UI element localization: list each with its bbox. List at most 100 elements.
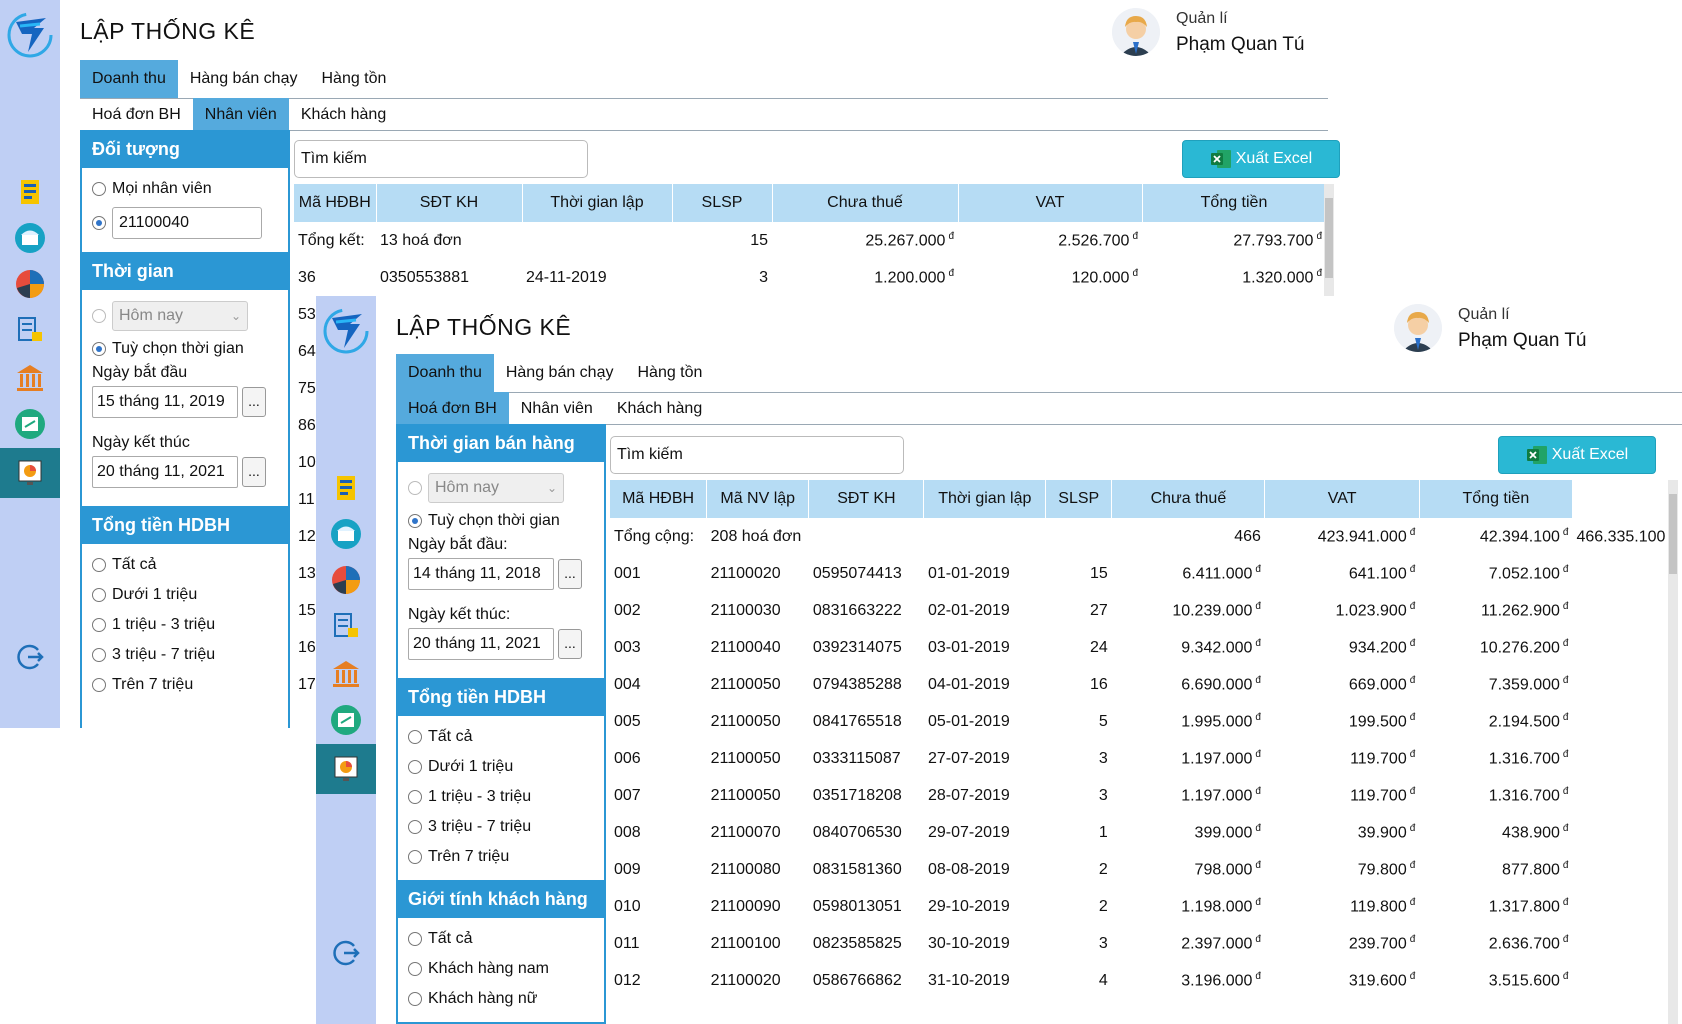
radio-all-employees[interactable]: Mọi nhân viên (92, 174, 278, 204)
app-logo-icon[interactable] (4, 8, 56, 60)
radio-custom-time[interactable]: Tuỳ chọn thời gian (92, 336, 278, 362)
radio-icon[interactable] (408, 514, 422, 528)
export-excel-button[interactable]: Xuất Excel (1498, 436, 1656, 474)
radio-icon[interactable] (92, 558, 106, 572)
end-date-input[interactable]: 20 tháng 11, 2021 (92, 456, 238, 488)
column-header[interactable]: Mã HĐBH (610, 480, 708, 518)
subtab-khach-hang[interactable]: Khách hàng (289, 98, 398, 132)
radio-total-3-7m[interactable]: 3 triệu - 7 triệu (408, 812, 594, 842)
table-row[interactable]: 003 21100040 0392314075 03-01-2019 24 9.342.0… (610, 629, 1678, 666)
tab-hang-ton[interactable]: Hàng tồn (309, 60, 398, 98)
column-header[interactable]: Mã NV lập (706, 480, 810, 518)
table-row[interactable]: 011 21100100 0823585825 30-10-2019 3 2.397.00… (610, 925, 1678, 962)
tab-doanh-thu[interactable]: Doanh thu (396, 354, 494, 392)
column-header[interactable]: VAT (1264, 480, 1420, 518)
start-date-input[interactable]: 15 tháng 11, 2019 (92, 386, 238, 418)
bank-icon[interactable] (14, 362, 46, 394)
database-lock-icon[interactable] (330, 610, 362, 642)
table-row[interactable]: 012 21100020 0586766862 31-10-2019 4 3.196.00… (610, 962, 1678, 999)
tab-hang-ban-chay[interactable]: Hàng bán chạy (178, 60, 310, 98)
subtab-nhan-vien[interactable]: Nhân viên (509, 392, 605, 426)
subtab-nhan-vien[interactable]: Nhân viên (192, 98, 289, 132)
radio-gender-male[interactable]: Khách hàng nam (408, 954, 594, 984)
logout-icon[interactable] (332, 938, 362, 968)
report-icon[interactable] (330, 472, 362, 504)
table-row[interactable]: 008 21100070 0840706530 29-07-2019 1 399.000 đ… (610, 814, 1678, 851)
bank-icon[interactable] (330, 658, 362, 690)
radio-total-all[interactable]: Tất cả (92, 550, 278, 580)
radio-preset-time[interactable]: Hôm nay ⌄ (92, 296, 278, 336)
radio-total-under-1m[interactable]: Dưới 1 triệu (408, 752, 594, 782)
scrollbar-thumb[interactable] (1669, 494, 1677, 574)
subtab-hoa-don-bh[interactable]: Hoá đơn BH (396, 392, 509, 426)
avatar[interactable] (1394, 304, 1442, 352)
radio-preset-time[interactable]: Hôm nay ⌄ (408, 468, 594, 508)
radio-icon[interactable] (408, 760, 422, 774)
column-header[interactable]: Mã HĐBH (294, 184, 377, 222)
employee-id-input[interactable]: 21100040 (112, 207, 262, 239)
radio-gender-all[interactable]: Tất cả (408, 924, 594, 954)
import-export-icon[interactable] (330, 704, 362, 736)
radio-total-over-7m[interactable]: Trên 7 triệu (408, 842, 594, 872)
statistics-icon[interactable] (330, 752, 362, 784)
column-header[interactable]: Tổng tiền (1142, 184, 1327, 222)
subtab-khach-hang[interactable]: Khách hàng (605, 392, 714, 426)
radio-total-1-3m[interactable]: 1 triệu - 3 triệu (408, 782, 594, 812)
table-row[interactable]: 007 21100050 0351718208 28-07-2019 3 1.197.00… (610, 777, 1678, 814)
end-date-picker-button[interactable]: ... (242, 457, 266, 487)
column-header[interactable]: VAT (958, 184, 1143, 222)
tab-doanh-thu[interactable]: Doanh thu (80, 60, 178, 98)
column-header[interactable]: Chưa thuế (1111, 480, 1266, 518)
column-header[interactable]: Thời gian lập (522, 184, 673, 222)
radio-custom-time[interactable]: Tuỳ chọn thời gian (408, 508, 594, 534)
search-input[interactable]: Tìm kiếm (610, 436, 904, 474)
pie-chart-icon[interactable] (330, 564, 362, 596)
radio-icon[interactable] (408, 820, 422, 834)
start-date-input[interactable]: 14 tháng 11, 2018 (408, 558, 554, 590)
radio-icon[interactable] (92, 342, 106, 356)
table-row[interactable]: 010 21100090 0598013051 29-10-2019 2 1.198.00… (610, 888, 1678, 925)
store-icon[interactable] (14, 222, 46, 254)
app-logo-icon[interactable] (320, 304, 372, 356)
database-lock-icon[interactable] (14, 314, 46, 346)
avatar[interactable] (1112, 8, 1160, 56)
store-icon[interactable] (330, 518, 362, 550)
end-date-picker-button[interactable]: ... (558, 629, 582, 659)
export-excel-button[interactable]: Xuất Excel (1182, 140, 1340, 178)
time-preset-combo[interactable]: Hôm nay ⌄ (112, 301, 248, 331)
table-row[interactable]: 002 21100030 0831663222 02-01-2019 27 10.239.… (610, 592, 1678, 629)
statistics-icon[interactable] (14, 456, 46, 488)
table-row[interactable]: 006 21100050 0333115087 27-07-2019 3 1.197.00… (610, 740, 1678, 777)
radio-icon[interactable] (408, 790, 422, 804)
radio-total-3-7m[interactable]: 3 triệu - 7 triệu (92, 640, 278, 670)
radio-icon[interactable] (92, 588, 106, 602)
radio-total-under-1m[interactable]: Dưới 1 triệu (92, 580, 278, 610)
start-date-picker-button[interactable]: ... (242, 387, 266, 417)
radio-icon[interactable] (92, 648, 106, 662)
logout-icon[interactable] (16, 642, 46, 672)
column-header[interactable]: Chưa thuế (772, 184, 959, 222)
radio-icon[interactable] (92, 618, 106, 632)
subtab-hoa-don-bh[interactable]: Hoá đơn BH (80, 98, 193, 132)
radio-icon[interactable] (408, 730, 422, 744)
end-date-input[interactable]: 20 tháng 11, 2021 (408, 628, 554, 660)
table-row[interactable]: 001 21100020 0595074413 01-01-2019 15 6.411.0… (610, 555, 1678, 592)
column-header[interactable]: SĐT KH (376, 184, 523, 222)
radio-total-all[interactable]: Tất cả (408, 722, 594, 752)
radio-icon[interactable] (92, 182, 106, 196)
column-header[interactable]: SLSP (672, 184, 773, 222)
scrollbar-thumb[interactable] (1325, 198, 1333, 278)
report-icon[interactable] (14, 176, 46, 208)
column-header[interactable]: Thời gian lập (923, 480, 1047, 518)
table-row[interactable]: 004 21100050 0794385288 04-01-2019 16 6.690.0… (610, 666, 1678, 703)
radio-icon[interactable] (92, 309, 106, 323)
search-input[interactable]: Tìm kiếm (294, 140, 588, 178)
table-row[interactable]: 005 21100050 0841765518 05-01-2019 5 1.995.00… (610, 703, 1678, 740)
pie-chart-icon[interactable] (14, 268, 46, 300)
radio-icon[interactable] (408, 992, 422, 1006)
column-header[interactable]: SLSP (1045, 480, 1113, 518)
radio-total-over-7m[interactable]: Trên 7 triệu (92, 670, 278, 700)
column-header[interactable]: SĐT KH (808, 480, 925, 518)
table-row[interactable]: 009 21100080 0831581360 08-08-2019 2 798.000 đ… (610, 851, 1678, 888)
radio-total-1-3m[interactable]: 1 triệu - 3 triệu (92, 610, 278, 640)
